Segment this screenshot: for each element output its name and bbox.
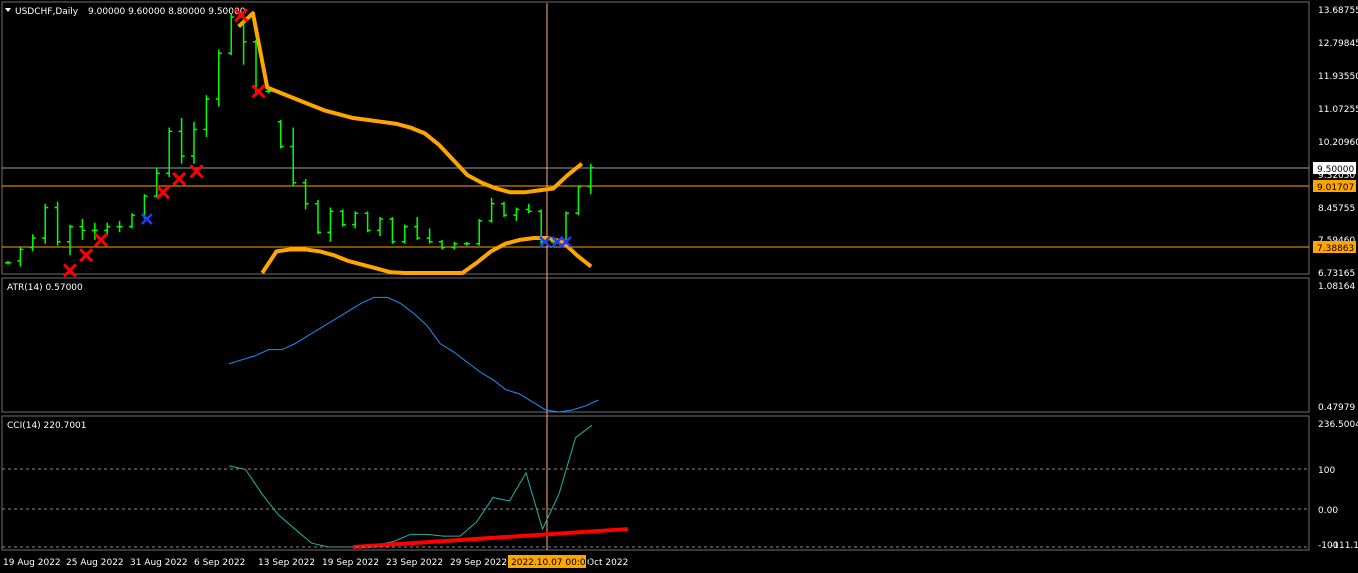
price-bar: [166, 127, 173, 178]
cci-axis-0: 0.00: [1318, 506, 1338, 516]
price-bar: [414, 217, 421, 240]
price-bar: [17, 247, 24, 267]
main-panel: [1, 1, 1310, 551]
ohlc-label: 9.00000 9.60000 8.80000 9.50000: [88, 7, 246, 17]
sell-signal-marker: [189, 164, 204, 179]
price-bar: [228, 13, 235, 56]
price-bar: [104, 222, 111, 235]
date-tick: 19 Sep 2022: [322, 558, 379, 568]
price-bar: [327, 207, 334, 242]
price-bar: [29, 234, 36, 252]
price-tag-current-text: 9.50000: [1317, 165, 1354, 175]
price-bar: [290, 127, 297, 187]
price-bar: [575, 185, 582, 216]
price-bar: [501, 201, 507, 218]
price-tick: 13.68755: [1318, 6, 1358, 16]
price-bar: [215, 49, 222, 107]
cci-title: CCI(14) 220.7001: [7, 421, 87, 431]
price-tick: 11.93550: [1318, 72, 1358, 82]
price-tag-level-1-text: 9.01707: [1317, 183, 1354, 193]
symbol-label: USDCHF,Daily: [15, 7, 79, 17]
price-bar: [352, 211, 359, 229]
sell-signal-marker: [93, 232, 109, 247]
atr-axis-max: 1.08164: [1318, 282, 1355, 292]
date-tick: 6 Sep 2022: [194, 558, 245, 568]
buy-signal-marker: [140, 213, 153, 225]
price-bar: [389, 217, 396, 244]
price-bar: [439, 239, 445, 250]
price-bar: [277, 119, 284, 149]
price-tag-level-2: 7.38863: [1313, 241, 1356, 254]
menu-triangle-icon[interactable]: [5, 8, 11, 12]
date-tick: 19 Aug 2022: [3, 558, 61, 568]
atr-series: [228, 296, 599, 413]
title-row: USDCHF,Daily 9.00000 9.60000 8.80000 9.5…: [5, 7, 246, 17]
price-bar: [377, 217, 383, 237]
signal-markers: [62, 8, 572, 278]
price-bar: [513, 207, 520, 221]
price-bar: [5, 260, 11, 265]
sell-signal-marker: [62, 263, 78, 278]
price-bar: [525, 203, 532, 214]
price-tag-current: 9.50000: [1313, 162, 1356, 175]
atr-title: ATR(14) 0.57000: [7, 283, 83, 293]
price-bar: [129, 213, 135, 229]
crosshair-date-text: 2022.10.07 00:00: [511, 558, 592, 568]
date-tick: 13 Sep 2022: [258, 558, 315, 568]
cci-axis-min: -111.1068: [1330, 541, 1358, 551]
cci-axis-100: 100: [1318, 466, 1335, 476]
cci-axis-max: 236.5004: [1318, 420, 1358, 430]
date-tick: Oct 2022: [587, 558, 628, 568]
price-bar: [54, 201, 61, 246]
date-tick: 23 Sep 2022: [386, 558, 443, 568]
price-bar: [79, 218, 86, 240]
price-bar: [451, 241, 458, 250]
price-bar: [203, 95, 210, 138]
sell-signal-marker: [172, 171, 187, 187]
price-axis: 13.68755 12.79845 11.93550 11.07255 10.2…: [1318, 6, 1358, 279]
price-bars: [5, 13, 594, 267]
price-bar: [364, 211, 371, 233]
sell-signal-marker: [155, 185, 171, 200]
price-tag-level-2-text: 7.38863: [1317, 244, 1354, 254]
price-bar: [116, 220, 123, 233]
price-bar: [401, 224, 408, 244]
price-bar: [178, 118, 185, 164]
price-bar: [315, 199, 321, 235]
cci-trendline: [352, 527, 629, 549]
price-tick: 11.07255: [1318, 105, 1358, 115]
price-bar: [302, 178, 309, 210]
atr-line: [228, 296, 599, 413]
price-tick: 6.73165: [1318, 269, 1355, 279]
price-tick: 10.20960: [1318, 138, 1358, 148]
price-bar: [42, 203, 49, 244]
price-bar: [67, 224, 73, 256]
price-bar: [153, 167, 160, 199]
cci-series: [228, 424, 593, 548]
sell-signal-marker: [79, 248, 94, 263]
price-tag-level-1: 9.01707: [1313, 180, 1356, 193]
date-tick: 31 Aug 2022: [130, 558, 188, 568]
price-bar: [488, 198, 495, 223]
price-bar: [476, 218, 483, 246]
date-axis: 19 Aug 2022 25 Aug 2022 31 Aug 2022 6 Se…: [3, 555, 628, 568]
price-bar: [426, 228, 433, 244]
price-tick: 8.45755: [1318, 204, 1355, 214]
date-tick: 29 Sep 2022: [450, 558, 507, 568]
sell-signal-marker: [251, 84, 266, 99]
date-tick: 25 Aug 2022: [66, 558, 124, 568]
cci-line: [228, 424, 629, 549]
price-tick: 12.79845: [1318, 39, 1358, 49]
price-bar: [191, 121, 197, 164]
envelope-upper: [237, 11, 584, 195]
price-bar: [463, 241, 470, 246]
atr-axis-min: 0.47979: [1318, 403, 1355, 413]
envelope-lines: [237, 11, 593, 275]
price-bar: [339, 209, 346, 227]
chart-canvas: USDCHF,Daily 9.00000 9.60000 8.80000 9.5…: [1, 1, 1358, 568]
